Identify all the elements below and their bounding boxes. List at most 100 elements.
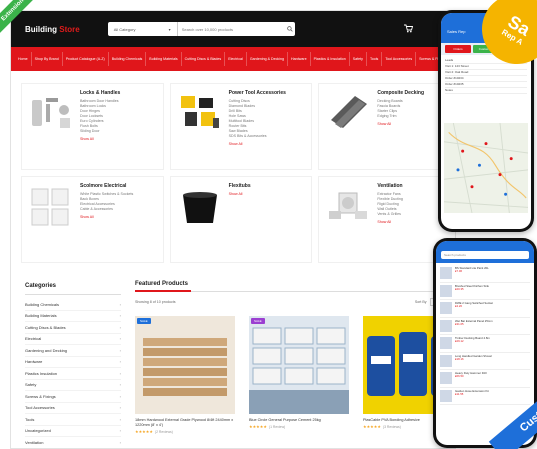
nav-item[interactable]: Electrical [225,52,247,66]
phone-product-thumb [440,302,452,314]
search-input[interactable] [177,22,285,36]
category-tile[interactable]: Power Tool Accessories Cutting Discs Diamo… [169,83,313,170]
search-icon[interactable] [285,24,295,34]
category-tile[interactable]: Scolmore Electrical White Plastic Switche… [21,176,164,263]
phone-product-price: £20.35 [455,286,464,291]
store-page: Building Store All Category▾ HomeShop By… [10,10,456,449]
show-all-link[interactable]: Show All [377,122,424,126]
category-image [177,90,223,136]
sidebar-category[interactable]: Electrical › [25,334,121,345]
chevron-right-icon: › [119,324,121,330]
phone-product-row[interactable]: Timber Decking Board 4.8m £29.12 [440,335,530,353]
show-all-link[interactable]: Show All [229,192,251,196]
chevron-right-icon: › [119,370,121,376]
phone-product-row[interactable]: Wet Bar External Panel 25mm £31.05 [440,318,530,335]
phone-product-row[interactable]: Heavy Duty Hammer Drill £66.50 [440,370,530,388]
results-bar: Showing 8 of 10 products Sort ByDefault [135,298,455,306]
chevron-right-icon: › [119,405,121,411]
category-sidebar: Categories Building Chemicals › Building M… [25,283,121,448]
phone-tab[interactable]: Orders [445,45,471,53]
phone-list-item[interactable]: Notes [445,88,527,94]
tile-title[interactable]: Power Tool Accessories [229,90,286,96]
phone-product-row[interactable]: Garden Hose Extension Kit £11.55 [440,388,530,405]
phone-product-thumb [440,267,452,279]
cart-icon[interactable] [403,20,414,38]
chevron-right-icon: › [119,382,121,388]
tile-link[interactable]: SDS Bits & Accessories [229,134,286,139]
product-title[interactable]: 18mm Hardwood External Grade Plywood 8/4… [135,418,235,428]
phone-product-price: £29.12 [455,339,464,344]
nav-item[interactable]: Building Chemicals [109,52,147,66]
nav-item[interactable]: Plastics & Insulation [311,52,350,66]
show-all-link[interactable]: Show All [80,215,133,219]
sidebar-category[interactable]: Safety › [25,380,121,391]
map-view [443,122,529,214]
featured-title: Featured Products [135,281,455,292]
tile-title[interactable]: Flexitubs [229,183,251,189]
category-image [325,90,371,136]
nav-item[interactable]: Safety [350,52,367,66]
sidebar-title: Categories [25,283,121,295]
chevron-right-icon: › [119,347,121,353]
nav-item[interactable]: Home [15,52,32,66]
tile-title[interactable]: Locks & Handles [80,90,120,96]
phone-product-price: £7.06 [455,269,462,274]
sidebar-category[interactable]: Gardening and Decking › [25,345,121,357]
category-label: Building Materials [25,313,57,319]
sidebar-category[interactable]: Cutting Discs & Blades › [25,322,121,334]
category-label: Ventilation [25,439,44,445]
sidebar-category[interactable]: Ventilation › [25,437,121,448]
tile-link[interactable]: Cable & Accessories [80,207,133,212]
rating-stars: ★★★★★ (2 Reviews) [135,429,173,434]
category-label: Cutting Discs & Blades [25,324,66,330]
nav-item[interactable]: Tools [367,52,383,66]
show-all-link[interactable]: Show All [377,220,403,224]
tile-link[interactable]: Sliding Door [80,129,120,134]
tile-link[interactable]: Edging Trim [377,114,424,119]
top-bar: Building Store All Category ▾ [11,11,455,47]
show-all-link[interactable]: Show All [229,142,286,146]
category-select[interactable]: All Category ▾ [108,22,178,36]
sidebar-category[interactable]: Building Materials › [25,311,121,322]
sidebar-category[interactable]: Tools › [25,414,121,426]
nav-item[interactable]: Tool Accessories [382,52,417,66]
category-tile[interactable]: Flexitubs Show All [169,176,313,263]
tile-title[interactable]: Ventilation [377,183,403,189]
nav-item[interactable]: Building Materials [146,52,182,66]
phone-search-input[interactable]: Search products [441,251,529,259]
category-tile[interactable]: Locks & Handles Bathroom Door Handles Bath… [21,83,164,170]
chevron-right-icon: › [119,393,121,399]
show-all-link[interactable]: Show All [80,137,120,141]
tile-title[interactable]: Composite Decking [377,90,424,96]
site-logo[interactable]: Building Store [25,25,80,34]
product-image[interactable]: SALE [135,316,235,414]
nav-item[interactable]: Gardening & Decking [247,52,288,66]
phone-product-row[interactable]: Brushed Steel Kitchen Sink £20.35 [440,283,530,300]
sidebar-category[interactable]: Uncategorized › [25,426,121,437]
category-tile[interactable]: Composite Decking Decking Boards Fascia Bo… [318,83,455,170]
tile-title[interactable]: Scolmore Electrical [80,183,133,189]
product-card[interactable]: SALE Blue Circle General Purpose Cement 2… [249,316,349,434]
category-label: Tools [25,416,35,422]
nav-item[interactable]: Product Catalogue (A-Z) [63,52,109,66]
product-title[interactable]: Blue Circle General Purpose Cement 25kg [249,418,349,423]
category-label: Screws & Fixings [25,393,56,399]
sidebar-category[interactable]: Building Chemicals › [25,299,121,311]
category-label: Tool Accessories [25,405,55,411]
phone-product-price: £4.20 [455,304,462,309]
phone-product-row[interactable]: DWE 2 Gang Switched Socket £4.20 [440,300,530,318]
nav-item[interactable]: Cutting Discs & Blades [182,52,226,66]
sidebar-category[interactable]: Hardware › [25,357,121,368]
product-card[interactable]: SALE 18mm Hardwood External Grade Plywood… [135,316,235,434]
sidebar-category[interactable]: Plastics Insulation › [25,368,121,380]
sidebar-category[interactable]: Screws & Fixings › [25,391,121,403]
product-image[interactable]: SALE [249,316,349,414]
category-image [325,183,371,229]
nav-item[interactable]: Hardware [288,52,311,66]
sidebar-category[interactable]: Tool Accessories › [25,403,121,414]
chevron-right-icon: › [119,313,121,319]
phone-product-row[interactable]: BS Standard Lite Paint 20L £7.06 [440,265,530,283]
tile-link[interactable]: Vents & Grilles [377,212,403,217]
nav-item[interactable]: Shop By Brand [32,52,63,66]
phone-product-row[interactable]: Long Handled Garden Shovel £18.16 [440,353,530,370]
